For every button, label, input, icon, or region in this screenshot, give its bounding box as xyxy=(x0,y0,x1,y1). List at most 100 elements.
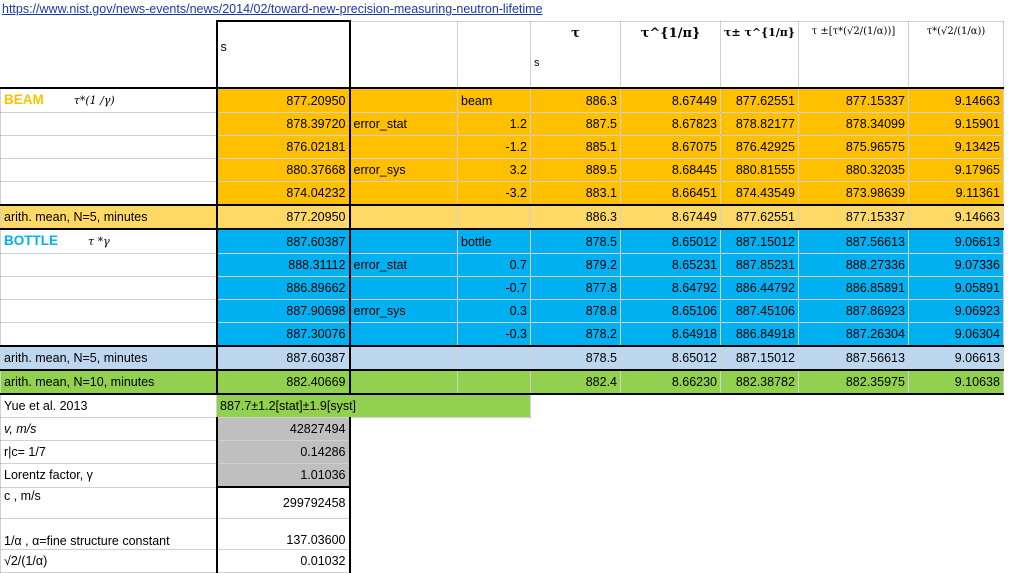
bottle-mean-tau[interactable]: 878.5 xyxy=(530,345,621,371)
overall-mean-pm-sqrt[interactable]: 882.35975 xyxy=(797,369,909,395)
beam-delta-cell[interactable]: 1.2 xyxy=(457,112,531,136)
constant-value[interactable]: 887.7±1.2[stat]±1.9[syst] xyxy=(216,393,531,418)
constant-value[interactable]: 1.01036 xyxy=(215,463,351,488)
beam-delta-cell[interactable]: 3.2 xyxy=(457,158,531,182)
beam-mean-label[interactable]: arith. mean, N=5, minutes xyxy=(0,204,217,230)
overall-mean-tau[interactable]: 882.4 xyxy=(530,369,621,395)
bottle-pm-sqrt-cell[interactable]: 887.86923 xyxy=(797,299,909,323)
constant-label[interactable]: v, m/s xyxy=(0,417,217,441)
beam-sqrt-cell[interactable]: 9.15901 xyxy=(907,112,1004,136)
bottle-sqrt-cell[interactable]: 9.07336 xyxy=(907,253,1004,277)
bottle-tag-cell[interactable] xyxy=(349,228,458,254)
bottle-tau-cell[interactable]: 879.2 xyxy=(530,253,621,277)
beam-mean-empty[interactable] xyxy=(349,204,458,230)
constant-label[interactable]: c , m/s xyxy=(0,486,217,519)
beam-tag-cell[interactable]: error_stat xyxy=(349,112,458,136)
beam-pow-cell[interactable]: 8.67449 xyxy=(620,87,721,113)
constant-value[interactable]: 42827494 xyxy=(215,417,351,441)
bottle-note-cell[interactable]: bottle xyxy=(457,228,531,254)
bottle-pm-pow-cell[interactable]: 886.44792 xyxy=(720,276,799,300)
bottle-pow-cell[interactable]: 8.64792 xyxy=(620,276,721,300)
header-s[interactable]: s xyxy=(215,20,351,89)
bottle-tag-cell[interactable] xyxy=(349,276,458,300)
bottle-label-cell[interactable]: BOTTLE τ *γ xyxy=(0,228,217,254)
bottle-pm-pow-cell[interactable]: 887.45106 xyxy=(720,299,799,323)
beam-mean-empty[interactable] xyxy=(457,204,531,230)
header-tau-pow[interactable]: τ^{1/π} xyxy=(620,20,721,89)
beam-s-cell[interactable]: 874.04232 xyxy=(215,181,351,206)
constant-value[interactable]: 0.14286 xyxy=(215,440,351,464)
beam-sqrt-cell[interactable]: 9.17965 xyxy=(907,158,1004,182)
beam-sqrt-cell[interactable]: 9.13425 xyxy=(907,135,1004,159)
bottle-s-cell[interactable]: 887.30076 xyxy=(215,322,351,347)
beam-mean-sqrt[interactable]: 9.14663 xyxy=(907,204,1004,230)
bottle-pow-cell[interactable]: 8.65106 xyxy=(620,299,721,323)
bottle-label-cell[interactable] xyxy=(0,322,217,347)
beam-pm-sqrt-cell[interactable]: 880.32035 xyxy=(797,158,909,182)
bottle-pm-sqrt-cell[interactable]: 887.26304 xyxy=(797,322,909,347)
beam-pm-pow-cell[interactable]: 874.43549 xyxy=(720,181,799,206)
bottle-pow-cell[interactable]: 8.65231 xyxy=(620,253,721,277)
bottle-delta-cell[interactable]: -0.7 xyxy=(457,276,531,300)
beam-note-cell[interactable]: beam xyxy=(457,87,531,113)
beam-tag-cell[interactable] xyxy=(349,87,458,113)
bottle-tau-cell[interactable]: 877.8 xyxy=(530,276,621,300)
beam-pow-cell[interactable]: 8.66451 xyxy=(620,181,721,206)
bottle-s-cell[interactable]: 887.90698 xyxy=(215,299,351,323)
bottle-pm-sqrt-cell[interactable]: 887.56613 xyxy=(797,228,909,254)
bottle-mean-sqrt[interactable]: 9.06613 xyxy=(907,345,1004,371)
bottle-delta-cell[interactable]: 0.3 xyxy=(457,299,531,323)
beam-s-cell[interactable]: 876.02181 xyxy=(215,135,351,159)
bottle-label-cell[interactable] xyxy=(0,253,217,277)
beam-mean-pm-sqrt[interactable]: 877.15337 xyxy=(797,204,909,230)
beam-tau-cell[interactable]: 886.3 xyxy=(530,87,621,113)
bottle-pm-pow-cell[interactable]: 887.15012 xyxy=(720,228,799,254)
bottle-mean-s[interactable]: 887.60387 xyxy=(215,345,351,371)
beam-tag-cell[interactable] xyxy=(349,181,458,206)
beam-pm-pow-cell[interactable]: 877.62551 xyxy=(720,87,799,113)
bottle-tag-cell[interactable]: error_stat xyxy=(349,253,458,277)
bottle-tau-cell[interactable]: 878.2 xyxy=(530,322,621,347)
overall-mean-label[interactable]: arith. mean, N=10, minutes xyxy=(0,369,217,395)
header-tau-sqrt[interactable]: τ*(√2/(1/α)) xyxy=(907,20,1004,89)
bottle-tag-cell[interactable] xyxy=(349,322,458,347)
bottle-tag-cell[interactable]: error_sys xyxy=(349,299,458,323)
bottle-label-cell[interactable] xyxy=(0,299,217,323)
beam-label-cell[interactable] xyxy=(0,112,217,136)
beam-mean-pm-pow[interactable]: 877.62551 xyxy=(720,204,799,230)
beam-s-cell[interactable]: 877.20950 xyxy=(215,87,351,113)
bottle-sqrt-cell[interactable]: 9.06304 xyxy=(907,322,1004,347)
overall-mean-pm-pow[interactable]: 882.38782 xyxy=(720,369,799,395)
beam-s-cell[interactable]: 878.39720 xyxy=(215,112,351,136)
beam-tau-cell[interactable]: 883.1 xyxy=(530,181,621,206)
bottle-sqrt-cell[interactable]: 9.05891 xyxy=(907,276,1004,300)
beam-s-cell[interactable]: 880.37668 xyxy=(215,158,351,182)
overall-mean-pow[interactable]: 8.66230 xyxy=(620,369,721,395)
beam-delta-cell[interactable]: -3.2 xyxy=(457,181,531,206)
bottle-sqrt-cell[interactable]: 9.06923 xyxy=(907,299,1004,323)
beam-tau-cell[interactable]: 885.1 xyxy=(530,135,621,159)
bottle-pm-pow-cell[interactable]: 886.84918 xyxy=(720,322,799,347)
bottle-s-cell[interactable]: 886.89662 xyxy=(215,276,351,300)
bottle-pm-sqrt-cell[interactable]: 888.27336 xyxy=(797,253,909,277)
constant-label[interactable]: √2/(1/α) xyxy=(0,549,217,573)
beam-pm-pow-cell[interactable]: 878.82177 xyxy=(720,112,799,136)
beam-pm-sqrt-cell[interactable]: 875.96575 xyxy=(797,135,909,159)
overall-mean-s[interactable]: 882.40669 xyxy=(215,369,351,395)
constant-value[interactable]: 0.01032 xyxy=(215,549,351,573)
beam-sqrt-cell[interactable]: 9.14663 xyxy=(907,87,1004,113)
beam-pm-sqrt-cell[interactable]: 873.98639 xyxy=(797,181,909,206)
header-tau-pm-sqrt[interactable]: τ ±[τ*(√2/(1/α))] xyxy=(797,20,909,89)
header-empty-1[interactable] xyxy=(349,20,458,89)
bottle-mean-empty[interactable] xyxy=(457,345,531,371)
overall-mean-empty[interactable] xyxy=(349,369,458,395)
header-empty-2[interactable] xyxy=(457,20,531,89)
source-url-link[interactable]: https://www.nist.gov/news-events/news/20… xyxy=(2,2,543,16)
beam-pow-cell[interactable]: 8.67075 xyxy=(620,135,721,159)
beam-pm-sqrt-cell[interactable]: 878.34099 xyxy=(797,112,909,136)
beam-tau-cell[interactable]: 887.5 xyxy=(530,112,621,136)
bottle-delta-cell[interactable]: -0.3 xyxy=(457,322,531,347)
constant-value[interactable]: 299792458 xyxy=(215,486,351,519)
bottle-label-cell[interactable] xyxy=(0,276,217,300)
beam-label-cell[interactable] xyxy=(0,158,217,182)
